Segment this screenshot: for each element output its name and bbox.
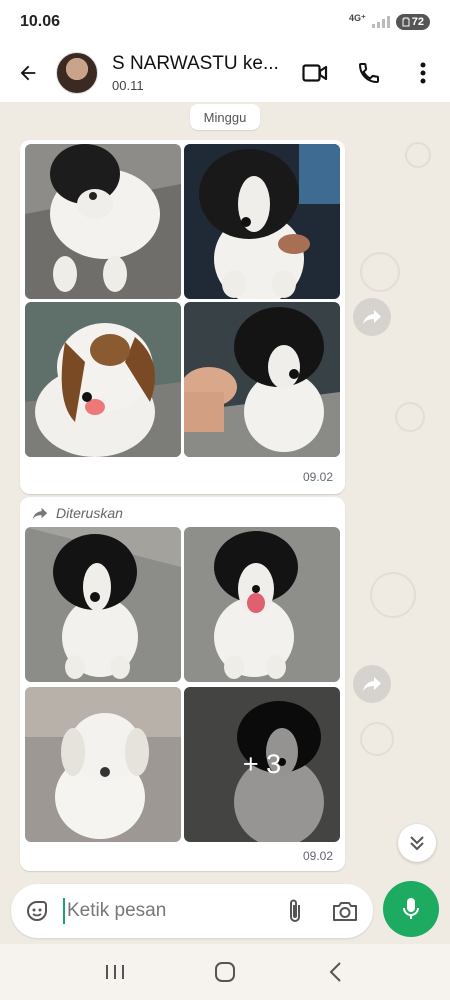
voice-call-button[interactable]: [342, 44, 396, 102]
back-button[interactable]: [0, 44, 56, 102]
message-time: 09.02: [302, 470, 333, 484]
video-call-icon: [302, 64, 328, 82]
status-bar: 10.06 4G⁺ 72: [0, 0, 450, 44]
battery-indicator: 72: [395, 14, 430, 30]
voice-record-button[interactable]: [383, 881, 439, 937]
status-time: 10.06: [20, 13, 61, 30]
photo-thumbnail[interactable]: [184, 302, 340, 457]
system-back-button[interactable]: [310, 947, 360, 997]
home-icon: [215, 962, 235, 982]
photo-thumbnail[interactable]: [25, 302, 181, 457]
microphone-icon: [403, 898, 419, 919]
scroll-to-bottom-button[interactable]: [398, 824, 436, 862]
forward-button[interactable]: [353, 665, 391, 703]
battery-saver-icon: [402, 17, 410, 27]
date-chip: Minggu: [190, 104, 260, 130]
arrow-left-icon: [20, 65, 36, 81]
photo-thumbnail[interactable]: [25, 687, 181, 842]
message-time: 09.02: [302, 849, 333, 863]
more-photos-overlay: + 3: [184, 687, 340, 842]
home-button[interactable]: [200, 947, 250, 997]
chat-area[interactable]: Minggu 09.02 Diteruskan + 3 09.02: [0, 102, 450, 942]
camera-icon: [333, 902, 357, 921]
message-composer: [11, 884, 373, 938]
wallpaper-doodle: [360, 252, 400, 292]
sticker-icon: [26, 901, 47, 922]
photo-thumbnail[interactable]: [184, 144, 340, 299]
wallpaper-doodle: [395, 402, 425, 432]
forwarded-text: Diteruskan: [56, 505, 123, 521]
wallpaper-doodle: [405, 142, 431, 168]
chevron-left-icon: [329, 962, 341, 982]
battery-level: 72: [411, 16, 424, 28]
photo-thumbnail[interactable]: [25, 527, 181, 682]
more-vert-icon: [420, 62, 426, 84]
recent-apps-icon: [106, 965, 124, 979]
forward-button[interactable]: [353, 298, 391, 336]
header-actions: [288, 44, 450, 102]
photo-album-message[interactable]: Diteruskan + 3 09.02: [20, 497, 345, 871]
recent-apps-button[interactable]: [90, 947, 140, 997]
network-type: 4G⁺: [348, 12, 366, 23]
status-icons: 4G⁺ 72: [348, 12, 430, 30]
avatar[interactable]: [56, 52, 98, 94]
message-input[interactable]: [63, 898, 263, 924]
system-nav-bar: [0, 944, 450, 1000]
wallpaper-doodle: [370, 572, 416, 618]
forward-icon: [32, 507, 48, 519]
chat-header: S NARWASTU ke... 00.11: [0, 44, 450, 102]
photo-thumbnail[interactable]: [25, 144, 181, 299]
last-seen: 00.11: [112, 78, 144, 93]
contact-info[interactable]: S NARWASTU ke... 00.11: [112, 53, 282, 93]
phone-icon: [358, 63, 379, 84]
sticker-button[interactable]: [11, 884, 63, 938]
photo-thumbnail-more[interactable]: + 3: [184, 687, 340, 842]
double-chevron-down-icon: [410, 836, 424, 851]
attach-button[interactable]: [273, 884, 317, 938]
video-call-button[interactable]: [288, 44, 342, 102]
photo-thumbnail[interactable]: [184, 527, 340, 682]
signal-icon: [371, 16, 390, 28]
forward-icon: [363, 310, 381, 324]
more-options-button[interactable]: [396, 44, 450, 102]
wallpaper-doodle: [360, 722, 394, 756]
photo-album-message[interactable]: 09.02: [20, 140, 345, 494]
contact-name: S NARWASTU ke...: [112, 53, 279, 74]
camera-button[interactable]: [317, 884, 373, 938]
forwarded-label: Diteruskan: [32, 505, 123, 521]
paperclip-icon: [290, 899, 300, 922]
forward-icon: [363, 677, 381, 691]
